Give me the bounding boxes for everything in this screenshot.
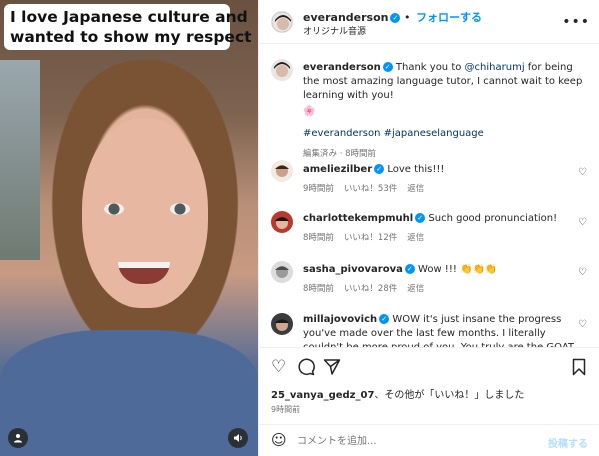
comment-time: 9時間前 — [303, 184, 334, 194]
emoji-smile-icon[interactable]: ☺ — [271, 432, 287, 448]
follow-button[interactable]: フォローする — [416, 11, 482, 24]
verified-badge-icon: ✓ — [390, 13, 401, 23]
caption-line-2: wanted to show my respect — [10, 28, 252, 46]
like-comment-heart-icon[interactable]: ♡ — [578, 217, 588, 228]
liked-by-line: 25_vanya_gedz_07、その他が「いいね！」しました — [271, 386, 524, 401]
edited-label: 編集済み · 8時間前 — [303, 149, 377, 159]
comment-time: 8時間前 — [303, 284, 334, 294]
hashtags[interactable]: #everanderson #japaneselanguage — [303, 127, 583, 141]
comment-text: Love this!!! — [387, 164, 445, 175]
tagged-user-icon[interactable] — [8, 428, 28, 448]
like-comment-heart-icon[interactable]: ♡ — [578, 267, 588, 278]
comment-likes[interactable]: いいね！12件 — [344, 233, 397, 243]
volume-icon[interactable] — [228, 428, 248, 448]
comment-meta: 8時間前 いいね！12件 返信 — [303, 231, 583, 245]
audio-label[interactable]: オリジナル音源 — [303, 24, 366, 37]
more-horizontal-icon[interactable]: ••• — [562, 14, 590, 30]
comment-composer: ☺ 投稿する — [259, 424, 599, 456]
header-line: everanderson ✓ • フォローする — [303, 9, 482, 25]
verified-badge-icon: ✓ — [379, 314, 390, 324]
comment-meta: 8時間前 いいね！28件 返信 — [303, 282, 583, 296]
verified-badge-icon: ✓ — [415, 213, 426, 223]
like-comment-heart-icon[interactable]: ♡ — [578, 319, 588, 330]
post-time[interactable]: 9時間前 — [271, 404, 300, 415]
comment-likes[interactable]: いいね！28件 — [344, 284, 397, 294]
comment-item: ameliezilber ✓ Love this!!! 9時間前 いいね！53件 返信 — [303, 163, 583, 196]
comment-item: millajovovich ✓ WOW it's just insane the … — [303, 313, 583, 347]
avatar[interactable] — [271, 211, 293, 233]
verified-badge-icon: ✓ — [374, 164, 385, 174]
blanket — [0, 330, 258, 456]
subject-eye-right — [170, 203, 190, 215]
subject-eye-left — [104, 203, 124, 215]
post-comment-button[interactable]: 投稿する — [548, 435, 588, 450]
liked-by-text[interactable]: 、その他が「いいね！」しました — [374, 390, 524, 401]
avatar[interactable] — [271, 261, 293, 283]
verified-badge-icon: ✓ — [382, 62, 393, 72]
post-media[interactable]: I love Japanese culture and wanted to sh… — [0, 0, 258, 456]
caption-username[interactable]: everanderson — [303, 62, 381, 73]
reply-button[interactable]: 返信 — [407, 233, 424, 243]
header-separator: • — [403, 11, 411, 24]
video-caption: I love Japanese culture and wanted to sh… — [4, 4, 252, 50]
caption-text-before: Thank you to — [395, 62, 465, 73]
bookmark-icon[interactable] — [570, 358, 588, 376]
comment-time: 8時間前 — [303, 233, 334, 243]
share-icon[interactable] — [323, 358, 341, 376]
avatar[interactable] — [271, 59, 293, 81]
comment-likes[interactable]: いいね！53件 — [344, 184, 397, 194]
caption-line-1: I love Japanese culture and — [10, 8, 248, 26]
comment-text: Such good pronunciation! — [428, 213, 558, 224]
reply-button[interactable]: 返信 — [407, 284, 424, 294]
avatar[interactable] — [271, 313, 293, 335]
comment-icon[interactable] — [297, 358, 315, 376]
reply-button[interactable]: 返信 — [407, 184, 424, 194]
comment-username[interactable]: charlottekempmuhl — [303, 213, 413, 224]
avatar[interactable] — [271, 11, 293, 33]
comment-text: Wow !!! 👏👏👏 — [418, 264, 498, 275]
comments-list[interactable]: everanderson ✓ Thank you to @chiharumj fo… — [259, 45, 599, 347]
caption-emoji: 🌸 — [303, 106, 316, 117]
verified-badge-icon: ✓ — [404, 264, 415, 274]
like-comment-heart-icon[interactable]: ♡ — [578, 167, 588, 178]
liked-by-username[interactable]: 25_vanya_gedz_07 — [271, 390, 374, 401]
comment-username[interactable]: millajovovich — [303, 314, 377, 325]
comment-item: charlottekempmuhl ✓ Such good pronunciati… — [303, 212, 583, 245]
header-username[interactable]: everanderson — [303, 11, 388, 24]
post-caption: everanderson ✓ Thank you to @chiharumj fo… — [303, 61, 583, 161]
avatar[interactable] — [271, 160, 293, 182]
post-side-panel: everanderson ✓ • フォローする オリジナル音源 ••• evera… — [258, 0, 599, 456]
comment-meta: 9時間前 いいね！53件 返信 — [303, 182, 583, 196]
like-heart-icon[interactable]: ♡ — [271, 358, 289, 376]
comment-item: sasha_pivovarova ✓ Wow !!! 👏👏👏 8時間前 いいね！28… — [303, 263, 583, 296]
comment-username[interactable]: sasha_pivovarova — [303, 264, 403, 275]
mention-link[interactable]: @chiharumj — [465, 62, 525, 73]
post-header: everanderson ✓ • フォローする オリジナル音源 ••• — [259, 0, 599, 44]
post-actions: ♡ 25_vanya_gedz_07、その他が「いいね！」しました 9時間前 — [259, 347, 599, 424]
background-window — [0, 60, 40, 260]
comment-username[interactable]: ameliezilber — [303, 164, 372, 175]
comment-input[interactable] — [297, 431, 517, 451]
